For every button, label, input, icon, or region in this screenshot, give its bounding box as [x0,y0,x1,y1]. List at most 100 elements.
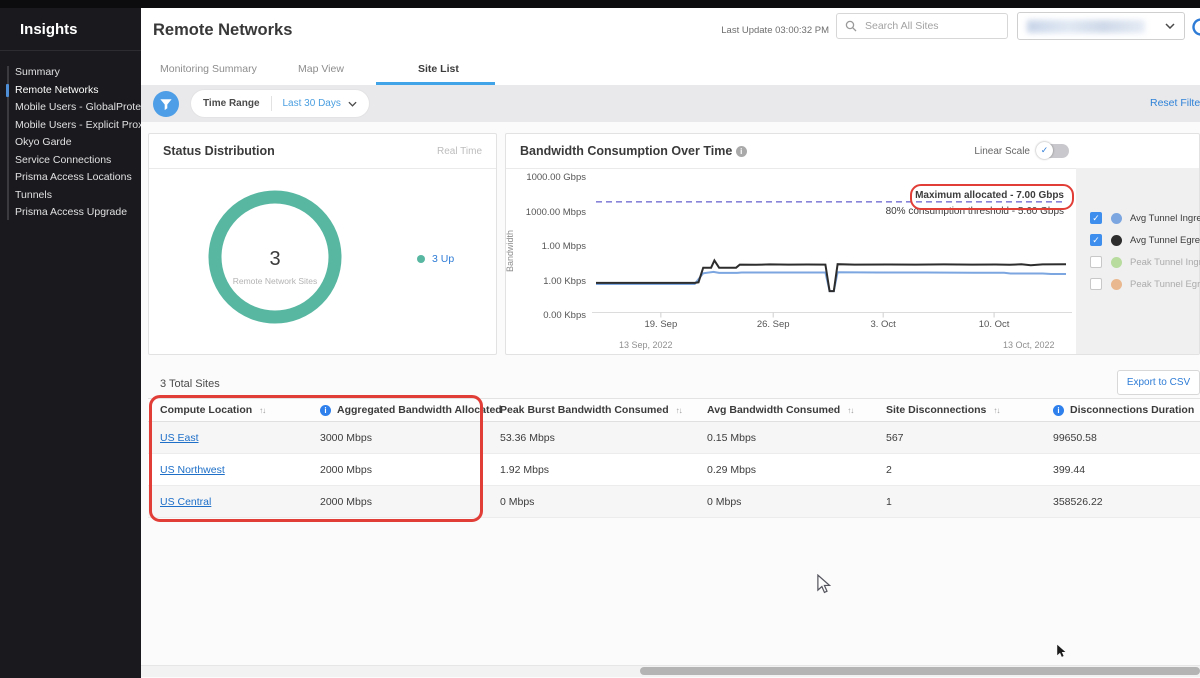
cell-disconnections-duration: 99650.58 [1053,422,1097,453]
linear-scale-label: Linear Scale [974,146,1030,157]
linear-scale-toggle[interactable]: ✓ [1037,144,1069,158]
column-header-avg-bandwidth-consumed[interactable]: Avg Bandwidth Consumed↑↓ [707,399,853,421]
cell-site-disconnections: 1 [886,486,892,517]
main-panel: Remote Networks Last Update 03:00:32 PM … [141,8,1200,678]
legend-item-avg-tunnel-ingress[interactable]: ✓ Avg Tunnel Ingress [1090,212,1200,224]
site-table: Compute Location↑↓ i Aggregated Bandwidth … [148,398,1200,518]
sidebar-item-prisma-access-locations[interactable]: Prisma Access Locations [0,169,141,187]
chevron-down-icon [1165,23,1175,29]
info-icon[interactable]: i [736,146,747,157]
content-area: Status Distribution Real Time 3 Remote N… [141,122,1200,678]
legend-label: Avg Tunnel Ingress [1130,213,1200,224]
search-input[interactable] [863,19,997,33]
y-tick-label: 1000.00 Gbps [506,172,586,183]
chart-legend-panel: ✓ Avg Tunnel Ingress ✓ Avg Tunnel Egress Pea… [1076,168,1199,354]
table-row: US Northwest2000 Mbps1.92 Mbps0.29 Mbps2… [148,454,1200,486]
cell-compute-location: US Central [160,486,211,517]
site-link-us-northwest[interactable]: US Northwest [160,464,225,476]
cell-avg-bandwidth-consumed: 0.15 Mbps [707,422,756,453]
sort-icon[interactable]: ↑↓ [676,406,682,415]
tab-map-view[interactable]: Map View [298,63,344,75]
time-range-value[interactable]: Last 30 Days [272,98,348,109]
column-header-peak-burst-bandwidth-consumed[interactable]: Peak Burst Bandwidth Consumed↑↓ [500,399,682,421]
last-update-label: Last Update 03:00:32 PM [699,25,829,36]
legend-label: Avg Tunnel Egress [1130,235,1200,246]
info-icon[interactable]: i [1053,405,1064,416]
status-card-body: 3 Remote Network Sites 3 Up [149,168,496,354]
sort-icon[interactable]: ↑↓ [259,406,265,415]
cell-peak-burst-bandwidth-consumed: 1.92 Mbps [500,454,549,485]
legend-color-dot [1111,257,1122,268]
sidebar-item-tunnels[interactable]: Tunnels [0,187,141,205]
export-csv-button[interactable]: Export to CSV [1117,370,1200,395]
legend-checkbox[interactable]: ✓ [1090,234,1102,246]
site-link-us-central[interactable]: US Central [160,496,211,508]
cell-avg-bandwidth-consumed: 0 Mbps [707,486,741,517]
sidebar-item-service-connections[interactable]: Service Connections [0,152,141,170]
column-header-disconnections-duration[interactable]: i Disconnections Duration [1053,399,1194,421]
up-status-label: 3 Up [432,253,454,265]
cell-avg-bandwidth-consumed: 0.29 Mbps [707,454,756,485]
sort-icon[interactable]: ↑↓ [847,406,853,415]
sidebar-item-okyo-garde[interactable]: Okyo Garde [0,134,141,152]
tenant-dropdown[interactable] [1017,12,1185,40]
status-card-title: Status Distribution [163,144,275,158]
horizontal-scrollbar-thumb[interactable] [640,667,1200,675]
sidebar-item-mobile-users-explicit-proxy[interactable]: Mobile Users - Explicit Proxy [0,117,141,135]
cell-peak-burst-bandwidth-consumed: 53.36 Mbps [500,422,555,453]
chevron-down-icon [348,101,357,107]
tab-bar: Monitoring Summary Map View Site List [141,52,1200,85]
x-tick-label: 10. Oct [979,319,1010,330]
linear-scale-control: Linear Scale ✓ [974,144,1069,158]
tab-monitoring-summary[interactable]: Monitoring Summary [160,63,257,75]
toggle-knob: ✓ [1036,142,1053,159]
x-range-end: 13 Oct, 2022 [1003,340,1055,350]
legend-checkbox[interactable] [1090,278,1102,290]
search-box[interactable] [836,13,1008,39]
column-header-site-disconnections[interactable]: Site Disconnections↑↓ [886,399,999,421]
table-row: US East3000 Mbps53.36 Mbps0.15 Mbps56799… [148,422,1200,454]
sidebar-item-mobile-users-globalprotect[interactable]: Mobile Users - GlobalProtect [0,99,141,117]
max-allocated-annotation: Maximum allocated - 7.00 Gbps [506,190,1064,201]
legend-item-avg-tunnel-egress[interactable]: ✓ Avg Tunnel Egress [1090,234,1200,246]
y-tick-label: 1000.00 Mbps [506,207,586,218]
time-range-label: Time Range [203,98,271,109]
legend-checkbox[interactable]: ✓ [1090,212,1102,224]
cell-disconnections-duration: 399.44 [1053,454,1085,485]
sidebar-item-remote-networks[interactable]: Remote Networks [0,82,141,100]
filter-button[interactable] [153,91,179,117]
legend-item-peak-tunnel-egress[interactable]: Peak Tunnel Egress [1090,278,1200,290]
cell-compute-location: US Northwest [160,454,225,485]
cell-site-disconnections: 2 [886,454,892,485]
cell-disconnections-duration: 358526.22 [1053,486,1103,517]
funnel-icon [159,98,173,111]
legend-item-peak-tunnel-ingress[interactable]: Peak Tunnel Ingress [1090,256,1200,268]
refresh-button[interactable] [1190,16,1200,38]
column-header-compute-location[interactable]: Compute Location↑↓ [160,399,265,421]
tab-site-list[interactable]: Site List [418,63,459,75]
sidebar-item-prisma-access-upgrade[interactable]: Prisma Access Upgrade [0,204,141,222]
column-header-label: Aggregated Bandwidth Allocated [337,404,502,416]
legend-label: Peak Tunnel Egress [1130,279,1200,290]
column-header-aggregated-bandwidth-allocated[interactable]: i Aggregated Bandwidth Allocated [320,399,502,421]
horizontal-scrollbar-track[interactable] [141,665,1200,677]
app-title: Insights [0,8,141,51]
sidebar-nav: SummaryRemote NetworksMobile Users - Glo… [0,64,141,222]
filter-bar: Time Range Last 30 Days Reset Filters [141,85,1200,122]
column-header-label: Disconnections Duration [1070,404,1194,416]
refresh-icon [1190,16,1200,38]
legend-color-dot [1111,279,1122,290]
time-range-filter[interactable]: Time Range Last 30 Days [191,90,369,117]
legend-checkbox[interactable] [1090,256,1102,268]
threshold-annotation: 80% consumption threshold - 5.60 Gbps [506,206,1064,217]
sort-icon[interactable]: ↑↓ [993,406,999,415]
status-card-header: Status Distribution Real Time [149,134,496,169]
legend-label: Peak Tunnel Ingress [1130,257,1200,268]
sidebar-item-summary[interactable]: Summary [0,64,141,82]
cell-compute-location: US East [160,422,199,453]
bandwidth-card: Bandwidth Consumption Over Time i Linear… [505,133,1200,355]
site-link-us-east[interactable]: US East [160,432,199,444]
info-icon[interactable]: i [320,405,331,416]
status-legend-up[interactable]: 3 Up [417,253,454,265]
reset-filters-link[interactable]: Reset Filters [1150,97,1200,109]
